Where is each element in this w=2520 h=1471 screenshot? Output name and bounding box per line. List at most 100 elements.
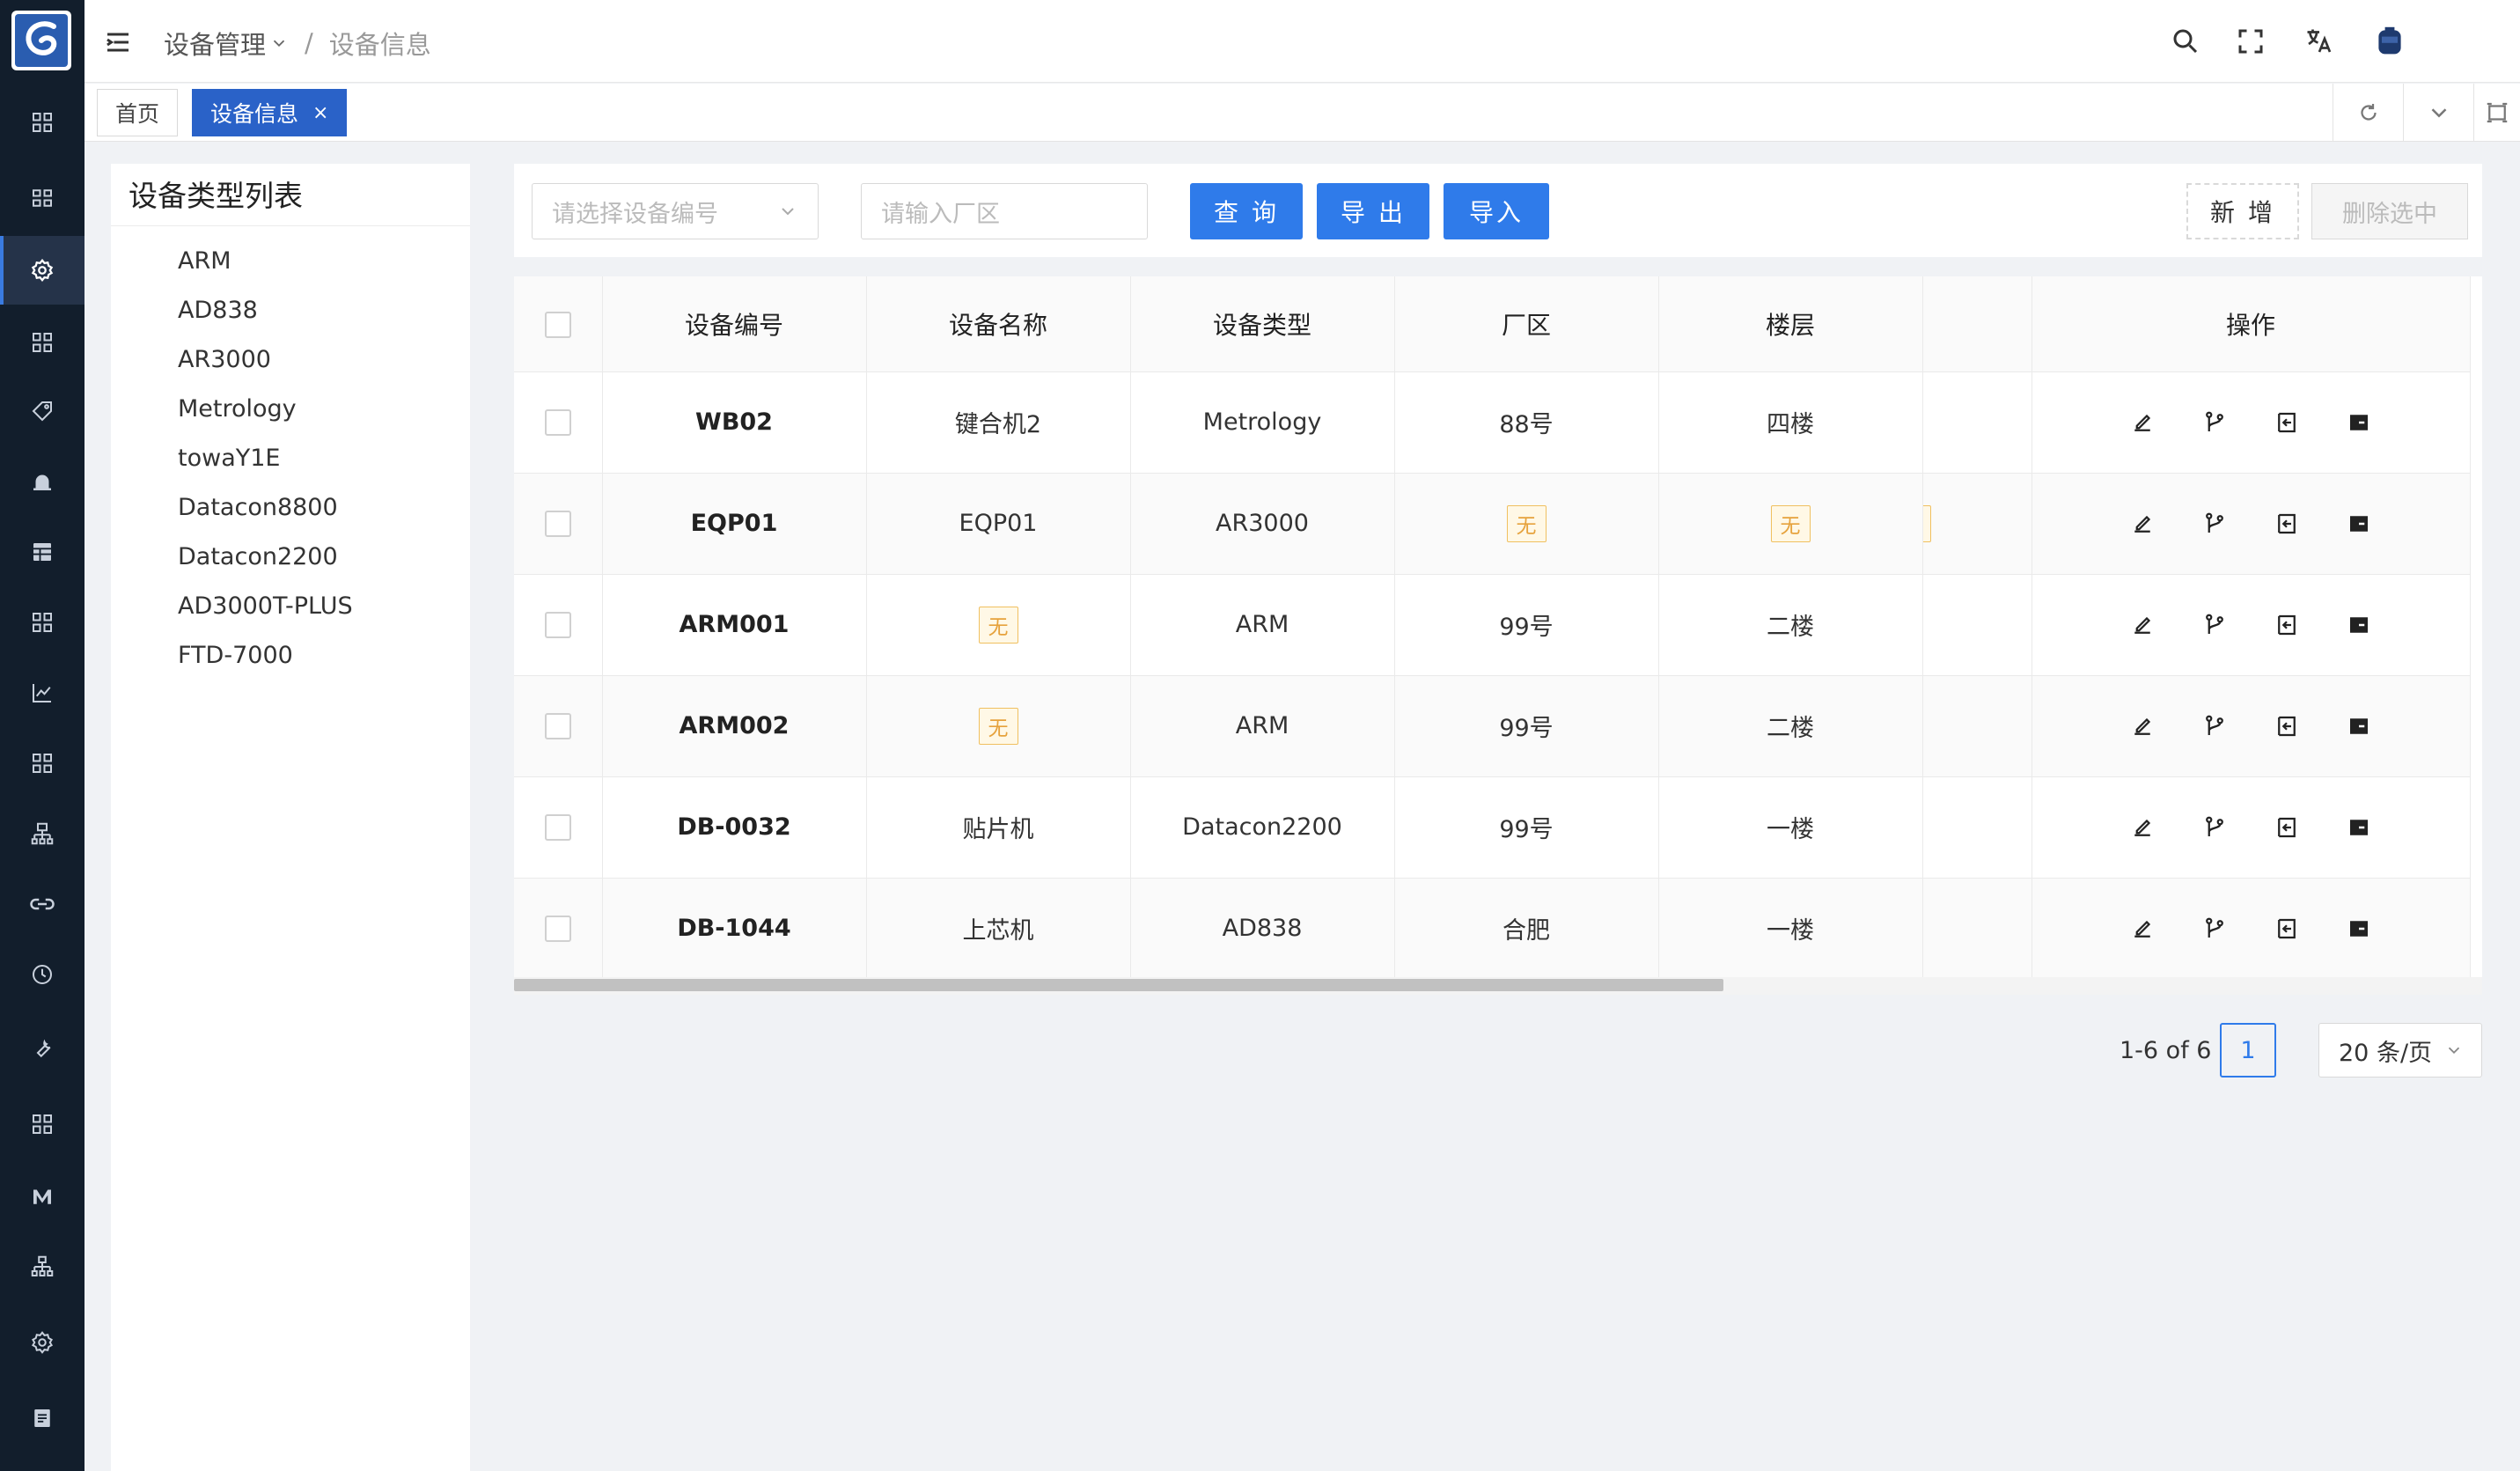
device-type-item[interactable]: AR3000	[111, 335, 470, 385]
device-type-item[interactable]: Datacon2200	[111, 533, 470, 582]
pagination-page-1[interactable]: 1	[2220, 1023, 2276, 1078]
cell-name: 贴片机	[866, 776, 1131, 879]
row-checkbox[interactable]	[544, 612, 571, 639]
card-icon[interactable]	[2346, 409, 2372, 436]
logout-icon[interactable]	[2274, 409, 2300, 436]
cell-code: DB-0032	[602, 776, 867, 879]
nav-tool-icon[interactable]	[0, 1014, 84, 1083]
query-button[interactable]: 查 询	[1190, 183, 1303, 239]
nav-clock-icon[interactable]	[0, 940, 84, 1009]
nav-blocks-icon[interactable]	[0, 729, 84, 798]
nav-alarm-icon[interactable]	[0, 447, 84, 516]
branch-icon[interactable]	[2201, 409, 2228, 436]
device-type-item[interactable]: towaY1E	[111, 434, 470, 483]
branch-icon[interactable]	[2201, 916, 2228, 942]
device-type-item[interactable]: ARM	[111, 237, 470, 286]
page-size-select[interactable]: 20 条/页	[2318, 1023, 2482, 1078]
chevron-down-icon[interactable]	[2403, 84, 2473, 142]
scrollbar-thumb[interactable]	[514, 979, 1723, 991]
tab-device-info[interactable]: 设备信息 ×	[192, 89, 348, 136]
nav-chart-icon[interactable]	[0, 658, 84, 727]
edit-icon[interactable]	[2129, 916, 2156, 942]
nav-config-icon[interactable]	[0, 1308, 84, 1377]
tab-home[interactable]: 首页	[97, 89, 178, 136]
logout-icon[interactable]	[2274, 814, 2300, 841]
card-icon[interactable]	[2346, 511, 2372, 537]
card-icon[interactable]	[2346, 612, 2372, 638]
row-checkbox[interactable]	[544, 409, 571, 437]
edit-icon[interactable]	[2129, 814, 2156, 841]
edit-icon[interactable]	[2129, 409, 2156, 436]
device-type-item[interactable]: Datacon8800	[111, 483, 470, 533]
edit-icon[interactable]	[2129, 713, 2156, 739]
device-type-item[interactable]: AD3000T-PLUS	[111, 582, 470, 631]
cell-floor: 一楼	[1658, 878, 1923, 980]
chevron-down-icon[interactable]	[269, 33, 289, 53]
close-icon[interactable]: ×	[312, 102, 328, 124]
device-type-item[interactable]: AD838	[111, 286, 470, 335]
logout-icon[interactable]	[2274, 713, 2300, 739]
device-code-select[interactable]: 请选择设备编号	[532, 183, 819, 239]
cell-actions	[2031, 878, 2471, 980]
search-icon[interactable]	[2167, 23, 2204, 60]
export-button[interactable]: 导 出	[1317, 183, 1429, 239]
branch-icon[interactable]	[2201, 511, 2228, 537]
nav-widgets-icon[interactable]	[0, 1090, 84, 1158]
card-icon[interactable]	[2346, 814, 2372, 841]
import-button[interactable]: 导入	[1444, 183, 1549, 239]
card-icon[interactable]	[2346, 713, 2372, 739]
table-row: DB-1044 上芯机 AD838 合肥 一楼	[514, 878, 2471, 980]
nav-document-icon[interactable]	[0, 1384, 84, 1453]
select-all-checkbox[interactable]	[544, 312, 571, 339]
translate-icon[interactable]	[2301, 23, 2338, 60]
logout-icon[interactable]	[2274, 511, 2300, 537]
device-type-item[interactable]: FTD-7000	[111, 631, 470, 680]
nav-link-icon[interactable]	[0, 870, 84, 938]
cell-actions	[2031, 675, 2471, 777]
menu-toggle-icon[interactable]	[102, 26, 134, 58]
branch-icon[interactable]	[2201, 612, 2228, 638]
edit-icon[interactable]	[2129, 612, 2156, 638]
maximize-icon[interactable]	[2473, 84, 2520, 142]
cell-type: AR3000	[1130, 473, 1395, 575]
nav-tag-icon[interactable]	[0, 377, 84, 445]
fullscreen-icon[interactable]	[2232, 23, 2269, 60]
column-header-hidden	[1922, 276, 2032, 372]
nav-grid-icon[interactable]	[0, 164, 84, 232]
cell-floor: 一楼	[1658, 776, 1923, 879]
area-input[interactable]: 请输入厂区	[861, 183, 1148, 239]
device-type-item[interactable]: Metrology	[111, 385, 470, 434]
nav-org-icon[interactable]	[0, 799, 84, 868]
nav-settings-icon[interactable]	[0, 236, 84, 305]
cell-floor: 无	[1658, 473, 1923, 575]
card-icon[interactable]	[2346, 916, 2372, 942]
cell-area: 合肥	[1394, 878, 1659, 980]
add-button[interactable]: 新 增	[2186, 183, 2299, 239]
nav-table-icon[interactable]	[0, 518, 84, 586]
horizontal-scrollbar[interactable]	[514, 977, 2482, 995]
refresh-icon[interactable]	[2333, 84, 2403, 142]
branch-icon[interactable]	[2201, 713, 2228, 739]
device-code-select-placeholder: 请选择设备编号	[552, 200, 718, 228]
cell-hidden	[1922, 371, 2032, 474]
nav-dashboard-icon[interactable]	[0, 88, 84, 157]
logout-icon[interactable]	[2274, 916, 2300, 942]
device-type-panel-title: 设备类型列表	[111, 164, 470, 226]
row-checkbox[interactable]	[544, 814, 571, 842]
nav-m-icon[interactable]	[0, 1162, 84, 1231]
row-checkbox[interactable]	[544, 713, 571, 740]
table-header-row: 设备编号 设备名称 设备类型 厂区 楼层 操作	[514, 276, 2471, 372]
delete-selected-button[interactable]: 删除选中	[2311, 183, 2468, 239]
nav-hierarchy-icon[interactable]	[0, 1232, 84, 1301]
nav-modules-icon[interactable]	[0, 308, 84, 377]
avatar[interactable]	[2368, 19, 2412, 63]
device-type-list: ARM AD838 AR3000 Metrology towaY1E Datac…	[111, 226, 470, 680]
branch-icon[interactable]	[2201, 814, 2228, 841]
row-checkbox[interactable]	[544, 916, 571, 943]
nav-apps-icon[interactable]	[0, 588, 84, 657]
row-checkbox[interactable]	[544, 511, 571, 538]
edit-icon[interactable]	[2129, 511, 2156, 537]
logout-icon[interactable]	[2274, 612, 2300, 638]
app-logo[interactable]	[11, 11, 71, 70]
breadcrumb-item-device-management[interactable]: 设备管理	[164, 25, 266, 62]
